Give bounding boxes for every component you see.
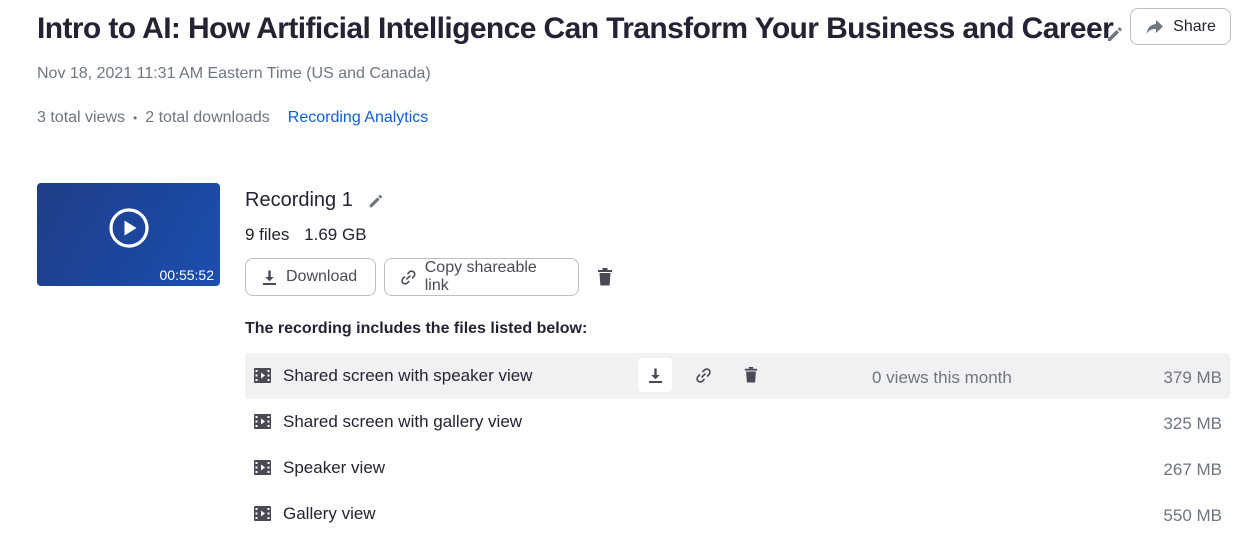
trash-icon: [744, 367, 758, 383]
copy-shareable-link-button[interactable]: Copy shareable link: [384, 258, 579, 296]
files-count: 9 files: [245, 225, 290, 244]
file-size: 550 MB: [1163, 506, 1222, 525]
video-file-icon: [254, 414, 271, 429]
file-row[interactable]: Shared screen with speaker view 0 views …: [245, 353, 1230, 399]
file-row[interactable]: Shared screen with gallery view 325 MB: [245, 399, 1230, 445]
file-size: 379 MB: [1163, 368, 1222, 387]
file-row[interactable]: Speaker view 267 MB: [245, 445, 1230, 491]
files-heading: The recording includes the files listed …: [245, 320, 588, 337]
file-row-actions: [638, 358, 768, 392]
file-name[interactable]: Speaker view: [283, 458, 385, 478]
file-name[interactable]: Gallery view: [283, 504, 376, 524]
meeting-date: Nov 18, 2021 11:31 AM Eastern Time (US a…: [37, 65, 431, 82]
copy-link-label: Copy shareable link: [424, 259, 537, 294]
file-views: 0 views this month: [872, 368, 1012, 387]
play-circle-icon[interactable]: [108, 207, 150, 249]
pencil-icon[interactable]: [1105, 24, 1125, 44]
file-name[interactable]: Shared screen with gallery view: [283, 412, 522, 432]
file-list: Shared screen with speaker view 0 views …: [245, 353, 1230, 536]
download-button[interactable]: Download: [245, 258, 376, 296]
total-views: 3 total views: [37, 109, 126, 126]
file-delete-button[interactable]: [734, 358, 768, 392]
file-size: 325 MB: [1163, 414, 1222, 433]
trash-icon[interactable]: [596, 267, 614, 287]
total-downloads: 2 total downloads: [145, 109, 270, 126]
pencil-icon[interactable]: [367, 192, 385, 210]
download-label: Download: [286, 268, 358, 285]
download-icon: [263, 270, 276, 285]
recording-actions: Download Copy shareable link: [245, 258, 614, 296]
share-button[interactable]: Share: [1130, 8, 1231, 45]
file-row[interactable]: Gallery view 550 MB: [245, 491, 1230, 536]
share-arrow-icon: [1146, 19, 1164, 34]
stats-row: 3 total views • 2 total downloads Record…: [37, 109, 428, 127]
video-file-icon: [254, 460, 271, 475]
page-title: Intro to AI: How Artificial Intelligence…: [37, 12, 1114, 45]
recording-duration: 00:55:52: [159, 267, 215, 283]
recording-name-row: Recording 1: [245, 189, 385, 212]
recording-analytics-link[interactable]: Recording Analytics: [288, 109, 429, 127]
file-copy-link-button[interactable]: [686, 358, 720, 392]
video-file-icon: [254, 506, 271, 521]
share-label: Share: [1173, 17, 1216, 35]
file-download-button[interactable]: [638, 358, 672, 392]
file-name[interactable]: Shared screen with speaker view: [283, 366, 532, 386]
download-icon: [648, 368, 662, 383]
recording-meta: 9 files 1.69 GB: [245, 225, 367, 245]
link-icon: [401, 269, 416, 285]
video-file-icon: [254, 368, 271, 383]
recording-name: Recording 1: [245, 189, 353, 211]
file-size: 267 MB: [1163, 460, 1222, 479]
title-row: Intro to AI: How Artificial Intelligence…: [37, 8, 1231, 52]
stats-separator: •: [133, 111, 138, 125]
link-icon: [695, 367, 711, 383]
recording-thumbnail[interactable]: 00:55:52: [37, 183, 220, 286]
total-size: 1.69 GB: [304, 225, 367, 244]
